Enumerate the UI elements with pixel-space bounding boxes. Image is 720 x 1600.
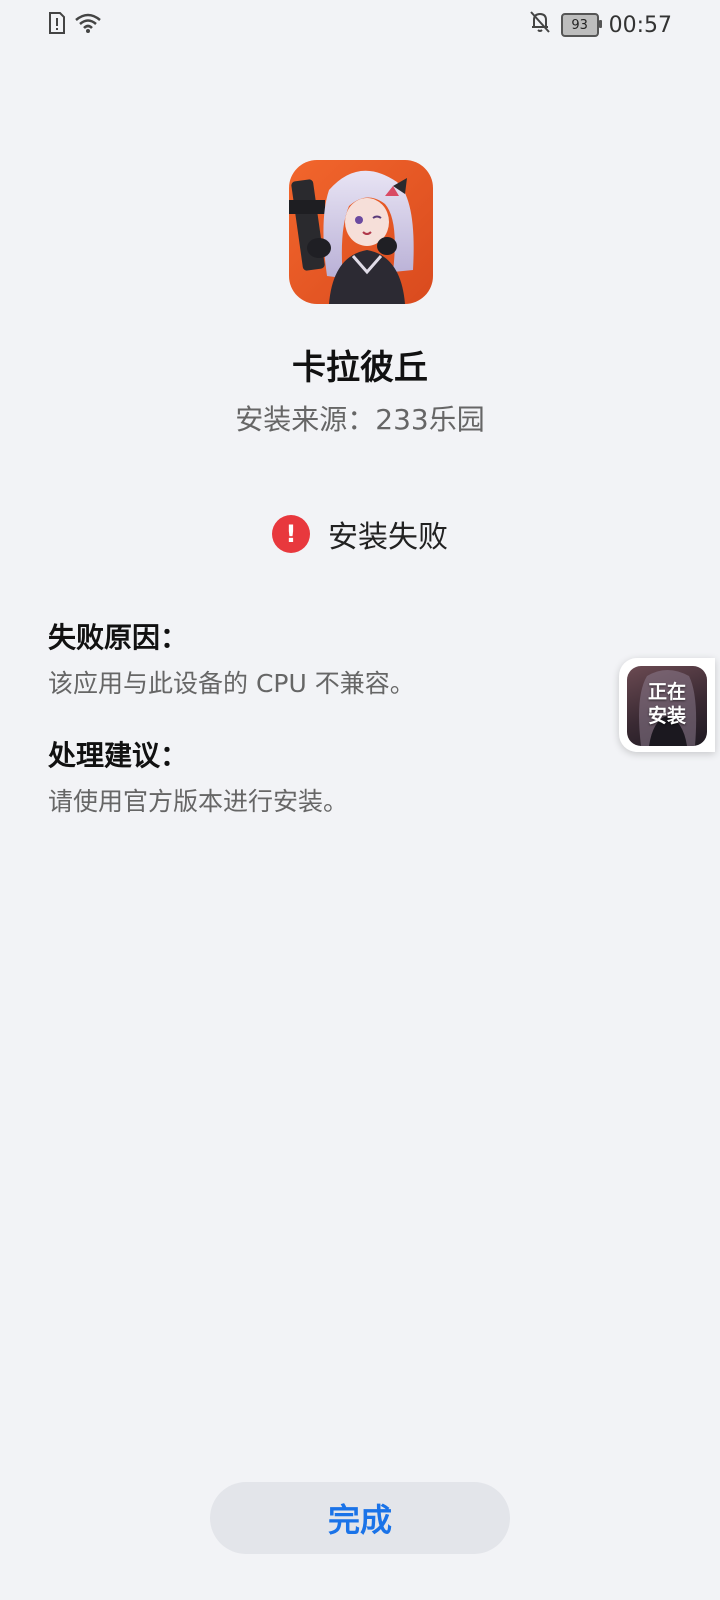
installing-floating-widget[interactable]: 正在 安装 (619, 658, 715, 752)
status-time: 00:57 (608, 12, 672, 38)
bell-off-icon (529, 10, 551, 40)
status-right-icons: 93 00:57 (529, 10, 672, 40)
installing-label-line2: 安装 (647, 705, 686, 727)
done-button[interactable]: 完成 (210, 1482, 510, 1554)
wifi-icon (74, 12, 102, 38)
error-exclamation-icon: ! (272, 515, 310, 553)
install-source: 安装来源：233乐园 (235, 403, 485, 436)
install-status: ! 安装失败 (0, 512, 720, 556)
sim-alert-icon (48, 12, 66, 38)
failure-reason-text: 该应用与此设备的 CPU 不兼容。 (48, 669, 415, 698)
failure-reason-title: 失败原因： (48, 621, 189, 654)
battery-icon: 93 (560, 13, 602, 37)
installing-label-line1: 正在 (647, 681, 686, 703)
installing-label: 正在 安装 (627, 680, 707, 728)
status-left-icons (48, 12, 102, 38)
app-name: 卡拉彼丘 (292, 348, 428, 388)
suggestion-text: 请使用官方版本进行安装。 (48, 787, 349, 816)
battery-level: 93 (571, 17, 588, 33)
suggestion-title: 处理建议： (48, 739, 189, 772)
installing-app-thumbnail: 正在 安装 (627, 666, 707, 746)
status-bar: 93 00:57 (0, 0, 720, 50)
install-status-text: 安装失败 (328, 520, 448, 555)
app-icon (289, 160, 433, 304)
